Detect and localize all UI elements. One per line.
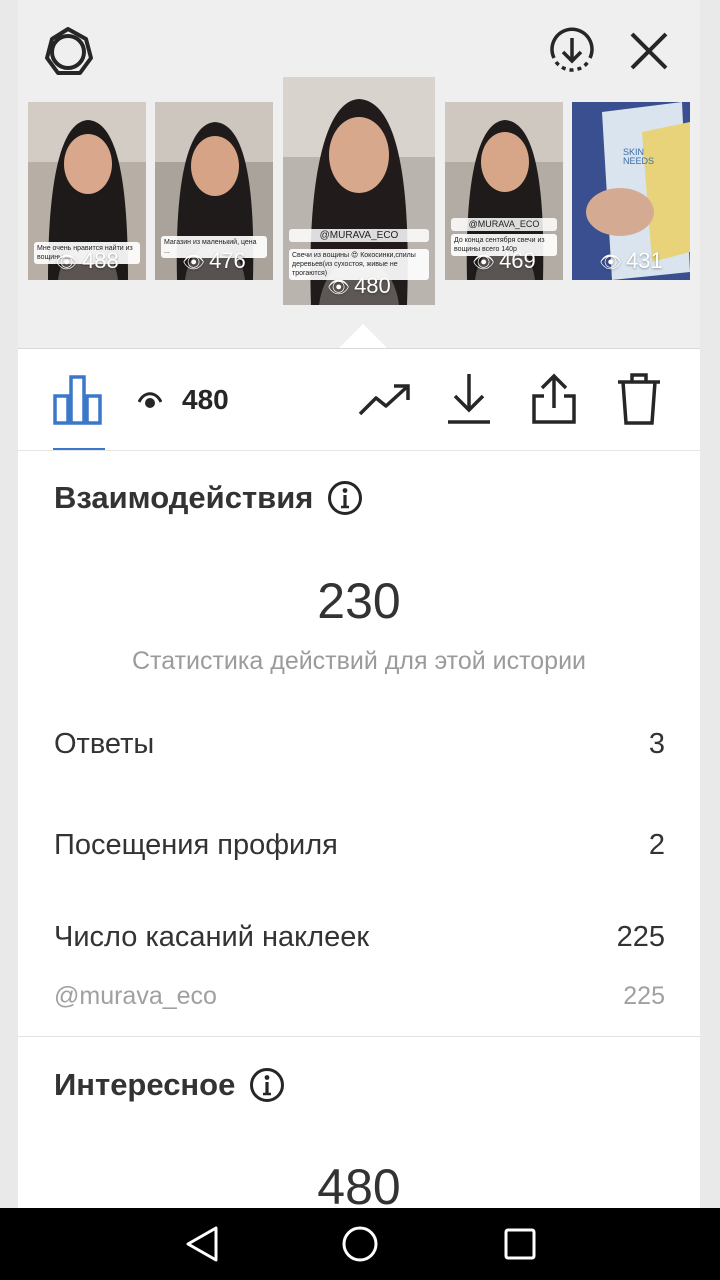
- bar-chart-icon[interactable]: [52, 374, 104, 426]
- views-value: 480: [182, 384, 229, 415]
- discovery-title-text: Интересное: [54, 1067, 236, 1102]
- story-thumbnail[interactable]: Магазин из маленький, цена ... 👁 476: [155, 102, 273, 280]
- eye-icon: 👁: [182, 252, 206, 272]
- stat-value: 225: [616, 921, 665, 953]
- stat-row-sticker-mention[interactable]: @murava_eco 225: [54, 982, 665, 1011]
- story-view-count: 👁 431: [572, 248, 690, 274]
- eye-icon: [138, 392, 162, 408]
- recents-icon[interactable]: [500, 1222, 540, 1266]
- settings-gear-icon[interactable]: [42, 26, 94, 78]
- eye-icon: 👁: [55, 252, 79, 272]
- section-divider: [18, 1036, 700, 1037]
- stat-row-sticker-taps[interactable]: Число касаний наклеек 225: [54, 921, 665, 954]
- info-icon[interactable]: [249, 1067, 285, 1103]
- interactions-title: Взаимодействия: [54, 480, 363, 516]
- story-view-count: 👁 488: [28, 248, 146, 274]
- share-icon[interactable]: [530, 372, 578, 426]
- story-thumbnail[interactable]: @MURAVA_ECO До конца сентября свечи из в…: [445, 102, 563, 280]
- story-views-value: 469: [499, 248, 536, 273]
- close-icon[interactable]: [628, 30, 670, 72]
- story-tag: @MURAVA_ECO: [451, 218, 557, 231]
- story-thumbnail[interactable]: SKIN NEEDS 👁 431: [572, 102, 690, 280]
- trash-icon[interactable]: [616, 372, 662, 426]
- stat-label: Ответы: [54, 728, 155, 760]
- eye-icon: 👁: [599, 252, 623, 272]
- story-views-value: 431: [626, 248, 663, 273]
- stat-label: Число касаний наклеек: [54, 921, 370, 953]
- trend-icon[interactable]: [358, 380, 412, 420]
- system-navigation-bar: [0, 1208, 720, 1280]
- sticker-value: 225: [623, 982, 665, 1010]
- story-carousel-panel: Мне очень нравится найти из вощины ... 👁…: [18, 0, 700, 349]
- download-icon[interactable]: [446, 372, 492, 426]
- story-tag: @MURAVA_ECO: [289, 229, 429, 242]
- active-tab-indicator: [53, 448, 105, 450]
- back-icon[interactable]: [182, 1222, 222, 1266]
- stat-value: 3: [648, 728, 665, 760]
- story-view-count: 👁 476: [155, 248, 273, 274]
- stat-value: 2: [648, 829, 665, 861]
- selected-story-pointer: [339, 324, 387, 348]
- interactions-total: 230: [317, 573, 401, 629]
- story-view-count: 👁 480: [283, 273, 435, 299]
- story-view-count: 👁 469: [445, 248, 563, 274]
- interactions-subtitle: Статистика действий для этой истории: [131, 647, 587, 675]
- sticker-label: @murava_eco: [54, 982, 217, 1010]
- story-views-value: 488: [82, 248, 119, 273]
- stat-row-profile-visits[interactable]: Посещения профиля 2: [54, 829, 665, 862]
- story-thumbnail-selected[interactable]: @MURAVA_ECO Свечи из вощины 😍 Кокосинки,…: [283, 77, 435, 305]
- discovery-total: 480: [317, 1159, 401, 1208]
- discovery-title: Интересное: [54, 1067, 285, 1103]
- home-icon[interactable]: [340, 1222, 380, 1266]
- stat-row-replies[interactable]: Ответы 3: [54, 728, 665, 761]
- eye-icon: 👁: [472, 252, 496, 272]
- story-views-value: 480: [354, 273, 391, 298]
- story-views-value: 476: [209, 248, 246, 273]
- story-thumbnail[interactable]: Мне очень нравится найти из вощины ... 👁…: [28, 102, 146, 280]
- story-caption: SKIN NEEDS: [623, 147, 655, 166]
- interactions-title-text: Взаимодействия: [54, 480, 314, 515]
- views-counter: 480: [138, 378, 229, 422]
- insights-sheet: Мне очень нравится найти из вощины ... 👁…: [18, 0, 700, 1208]
- eye-icon: 👁: [327, 277, 351, 297]
- download-circle-icon[interactable]: [546, 26, 598, 78]
- info-icon[interactable]: [327, 480, 363, 516]
- stat-label: Посещения профиля: [54, 829, 338, 861]
